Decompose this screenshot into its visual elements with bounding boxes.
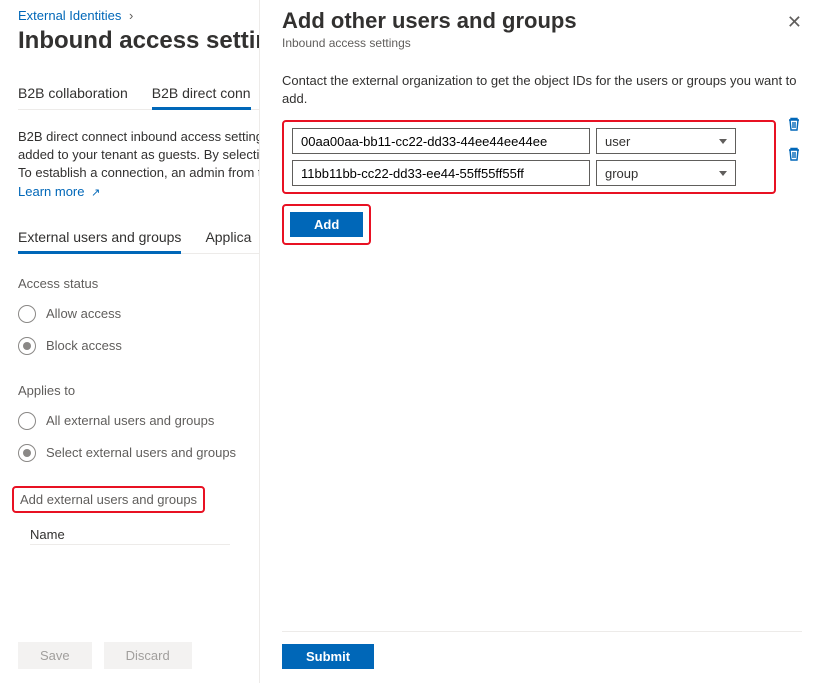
access-status-label: Access status xyxy=(18,276,259,291)
object-id-input[interactable] xyxy=(292,128,590,154)
sub-tabs: External users and groups Applica xyxy=(18,229,259,254)
delete-icon[interactable] xyxy=(786,116,802,132)
blade-subtitle: Inbound access settings xyxy=(282,36,787,50)
page-title: Inbound access setting xyxy=(18,27,259,55)
top-tabs: B2B collaboration B2B direct conn xyxy=(18,85,259,110)
submit-button[interactable]: Submit xyxy=(282,644,374,669)
type-select[interactable]: user xyxy=(596,128,736,154)
main-panel: External Identities › Inbound access set… xyxy=(0,0,260,683)
radio-label: Allow access xyxy=(46,306,121,321)
chevron-right-icon: › xyxy=(129,8,133,23)
radio-icon xyxy=(18,305,36,323)
radio-icon xyxy=(18,337,36,355)
blade-title: Add other users and groups xyxy=(282,8,787,34)
blade-footer: Submit xyxy=(282,631,802,669)
input-row: group xyxy=(292,160,766,186)
radio-all-external[interactable]: All external users and groups xyxy=(18,412,259,430)
applies-to-label: Applies to xyxy=(18,383,259,398)
footer-buttons: Save Discard xyxy=(18,642,192,669)
blade-description: Contact the external organization to get… xyxy=(282,72,802,108)
radio-label: All external users and groups xyxy=(46,413,214,428)
tab-external-users-and-groups[interactable]: External users and groups xyxy=(18,229,181,254)
add-external-users-link[interactable]: Add external users and groups xyxy=(12,486,205,513)
add-button-highlight: Add xyxy=(282,204,371,245)
breadcrumb-parent-link[interactable]: External Identities xyxy=(18,8,121,23)
type-select[interactable]: group xyxy=(596,160,736,186)
tab-applications[interactable]: Applica xyxy=(205,229,251,254)
save-button[interactable]: Save xyxy=(18,642,92,669)
object-id-input[interactable] xyxy=(292,160,590,186)
input-row: user xyxy=(292,128,766,154)
chevron-down-icon xyxy=(719,139,727,144)
input-rows-highlight: user group xyxy=(282,120,776,194)
select-value: group xyxy=(605,166,638,181)
description-text: B2B direct connect inbound access settin… xyxy=(18,128,259,201)
radio-select-external[interactable]: Select external users and groups xyxy=(18,444,259,462)
external-link-icon: ↗ xyxy=(88,187,100,199)
breadcrumb: External Identities › xyxy=(18,8,259,23)
radio-allow-access[interactable]: Allow access xyxy=(18,305,259,323)
chevron-down-icon xyxy=(719,171,727,176)
tab-b2b-collaboration[interactable]: B2B collaboration xyxy=(18,85,128,110)
radio-icon xyxy=(18,412,36,430)
radio-block-access[interactable]: Block access xyxy=(18,337,259,355)
close-icon[interactable]: ✕ xyxy=(787,12,802,33)
radio-icon xyxy=(18,444,36,462)
delete-icon[interactable] xyxy=(786,146,802,162)
add-button[interactable]: Add xyxy=(290,212,363,237)
radio-label: Select external users and groups xyxy=(46,445,236,460)
add-users-blade: Add other users and groups Inbound acces… xyxy=(260,0,824,683)
tab-b2b-direct-connect[interactable]: B2B direct conn xyxy=(152,85,251,110)
table-header-name: Name xyxy=(30,527,230,545)
discard-button[interactable]: Discard xyxy=(104,642,192,669)
learn-more-link[interactable]: Learn more ↗ xyxy=(18,184,100,199)
select-value: user xyxy=(605,134,630,149)
radio-label: Block access xyxy=(46,338,122,353)
